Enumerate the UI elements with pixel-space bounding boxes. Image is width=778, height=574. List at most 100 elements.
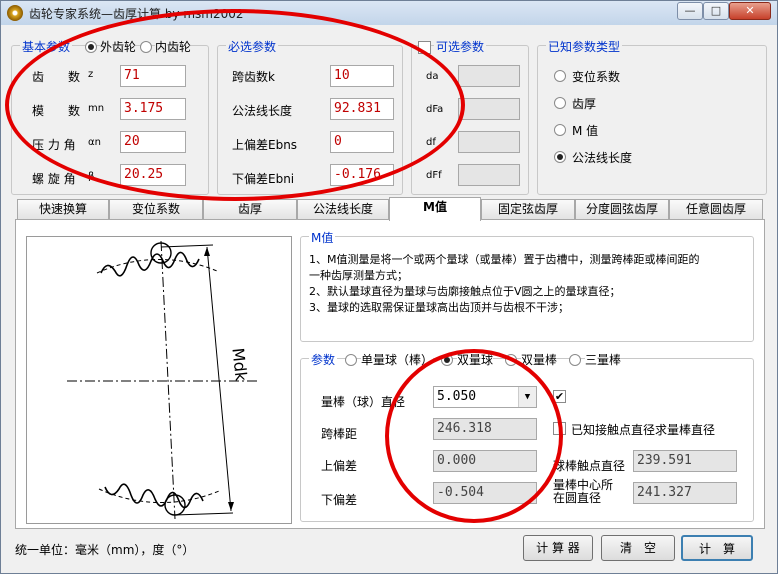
ball-diameter-label: 量棒（球）直径 <box>321 395 406 409</box>
known-type-label-1: 齿厚 <box>572 97 597 111</box>
units-label: 统一单位：毫米（mm），度（°） <box>15 543 195 557</box>
m-upper-dev-output: 0.000 <box>433 450 537 472</box>
m-value-panel: Mdk M值 1、M值测量是将一个或两个量球（或量棒）置于齿槽中，测量跨棒距或棒… <box>15 219 765 529</box>
center-circle-output: 241.327 <box>633 482 737 504</box>
known-type-radio-0[interactable] <box>554 70 566 82</box>
known-type-radio-1[interactable] <box>554 97 566 109</box>
known-type-label-3: 公法线长度 <box>572 151 633 165</box>
known-type-radio-3[interactable] <box>554 151 566 163</box>
tab-pitch-chord[interactable]: 分度圆弦齿厚 <box>575 199 669 219</box>
double-ball-radio[interactable] <box>441 354 453 366</box>
required-params-legend: 必选参数 <box>226 38 279 55</box>
helix-angle-symbol: β <box>88 171 95 182</box>
minimize-button[interactable]: — <box>677 2 703 20</box>
mdk-label: Mdk <box>228 346 251 383</box>
window-title: 齿轮专家系统—齿厚计算 by msm2002 <box>29 7 244 21</box>
known-type-legend: 已知参数类型 <box>546 38 623 55</box>
span-teeth-label: 跨齿数k <box>232 70 275 84</box>
gear-diagram: Mdk <box>26 236 292 524</box>
known-type-group: 已知参数类型 变位系数 齿厚 M 值 公法线长度 <box>537 38 767 195</box>
pressure-angle-symbol: αn <box>88 137 101 148</box>
df-input[interactable] <box>458 131 520 153</box>
tab-quick-convert[interactable]: 快速换算 <box>17 199 109 219</box>
center-circle-label-2: 在圆直径 <box>553 491 602 505</box>
pressure-angle-label: 压 力 角 <box>32 138 76 152</box>
df-label: df <box>426 137 436 148</box>
contact-diameter-output: 239.591 <box>633 450 737 472</box>
m-value-description: M值 1、M值测量是将一个或两个量球（或量棒）置于齿槽中，测量跨棒距或棒间距的 … <box>300 229 754 342</box>
title-bar: 齿轮专家系统—齿厚计算 by msm2002 — □ ✕ <box>1 1 777 25</box>
dfa-input[interactable] <box>458 98 520 120</box>
known-type-radio-2[interactable] <box>554 124 566 136</box>
lower-dev-label: 下偏差Ebni <box>232 172 295 186</box>
required-params-group: 必选参数 跨齿数k 10 公法线长度 92.831 上偏差Ebns 0 下偏差E… <box>217 38 403 195</box>
external-gear-label: 外齿轮 <box>100 38 137 55</box>
main-window: 齿轮专家系统—齿厚计算 by msm2002 — □ ✕ 基本参数 外齿轮 内齿… <box>0 0 778 574</box>
gear-icon <box>7 5 23 21</box>
module-symbol: mn <box>88 103 105 114</box>
basic-params-group: 基本参数 外齿轮 内齿轮 齿 数 z 71 模 数 mn 3.175 压 力 角… <box>11 38 209 195</box>
m-value-params-group: 参数 单量球（棒） 双量球 双量棒 三量棒 量棒（球）直径 5.050 ▼ ✔ … <box>300 351 754 522</box>
clear-button[interactable]: 清 空 <box>601 535 675 561</box>
desc-line-1: 1、M值测量是将一个或两个量球（或量棒）置于齿槽中，测量跨棒距或棒间距的 <box>309 253 700 266</box>
triple-rod-label: 三量棒 <box>585 351 622 368</box>
tab-m-value[interactable]: M值 <box>389 197 481 221</box>
upper-dev-input[interactable]: 0 <box>330 131 394 153</box>
compute-button[interactable]: 计 算 <box>681 535 753 561</box>
pressure-angle-input[interactable]: 20 <box>120 131 186 153</box>
desc-line-4: 3、量球的选取需保证量球高出齿顶并与齿根不干涉； <box>309 301 569 314</box>
tab-fixed-chord[interactable]: 固定弦齿厚 <box>481 199 575 219</box>
m-value-params-legend: 参数 <box>309 351 338 368</box>
double-ball-label: 双量球 <box>457 351 494 368</box>
dfa-label: dFa <box>426 104 444 115</box>
calculator-button[interactable]: 计 算 器 <box>523 535 593 561</box>
lower-dev-input[interactable]: -0.176 <box>330 164 394 186</box>
known-type-label-2: M 值 <box>572 124 599 138</box>
optional-params-group: 可选参数 da dFa df dFf <box>411 38 529 195</box>
m-lower-dev-label: 下偏差 <box>321 493 358 507</box>
module-label: 模 数 <box>32 104 81 118</box>
tab-shift-coefficient[interactable]: 变位系数 <box>109 199 203 219</box>
da-label: da <box>426 71 439 82</box>
optional-params-check[interactable] <box>418 41 431 54</box>
tab-span-length[interactable]: 公法线长度 <box>297 199 389 219</box>
teeth-symbol: z <box>88 69 94 80</box>
contact-diameter-check[interactable] <box>553 422 566 435</box>
da-input[interactable] <box>458 65 520 87</box>
chevron-down-icon[interactable]: ▼ <box>518 387 536 407</box>
contact-diameter-check-label: 已知接触点直径求量棒直径 <box>571 423 716 437</box>
single-ball-radio[interactable] <box>345 354 357 366</box>
external-gear-radio[interactable] <box>85 41 97 53</box>
dff-label: dFf <box>426 170 442 181</box>
tab-arbitrary-chord[interactable]: 任意圆齿厚 <box>669 199 763 219</box>
contact-diameter-label: 球棒触点直径 <box>553 459 626 473</box>
helix-angle-label: 螺 旋 角 <box>32 172 76 186</box>
ball-diameter-select[interactable]: 5.050 ▼ <box>433 386 537 408</box>
span-over-balls-label: 跨棒距 <box>321 427 358 441</box>
helix-angle-input[interactable]: 20.25 <box>120 164 186 186</box>
span-length-input[interactable]: 92.831 <box>330 98 394 120</box>
triple-rod-radio[interactable] <box>569 354 581 366</box>
module-input[interactable]: 3.175 <box>120 98 186 120</box>
m-lower-dev-output: -0.504 <box>433 482 537 504</box>
internal-gear-radio[interactable] <box>140 41 152 53</box>
close-button[interactable]: ✕ <box>729 2 771 20</box>
internal-gear-label: 内齿轮 <box>155 38 192 55</box>
ball-diameter-value: 5.050 <box>437 389 477 404</box>
optional-params-legend: 可选参数 <box>434 38 487 55</box>
maximize-button[interactable]: □ <box>703 2 729 20</box>
ball-diameter-check[interactable]: ✔ <box>553 390 566 403</box>
span-over-balls-output: 246.318 <box>433 418 537 440</box>
double-rod-label: 双量棒 <box>521 351 558 368</box>
double-rod-radio[interactable] <box>505 354 517 366</box>
dff-input[interactable] <box>458 164 520 186</box>
tab-tooth-thickness[interactable]: 齿厚 <box>203 199 297 219</box>
gear-diagram-svg <box>67 240 257 520</box>
desc-line-3: 2、默认量球直径为量球与齿廓接触点位于V圆之上的量球直径； <box>309 285 621 298</box>
span-length-label: 公法线长度 <box>232 104 293 118</box>
teeth-input[interactable]: 71 <box>120 65 186 87</box>
desc-line-2: 一种齿厚测量方式； <box>309 269 408 282</box>
single-ball-label: 单量球（棒） <box>361 351 434 368</box>
upper-dev-label: 上偏差Ebns <box>232 138 298 152</box>
span-teeth-input[interactable]: 10 <box>330 65 394 87</box>
